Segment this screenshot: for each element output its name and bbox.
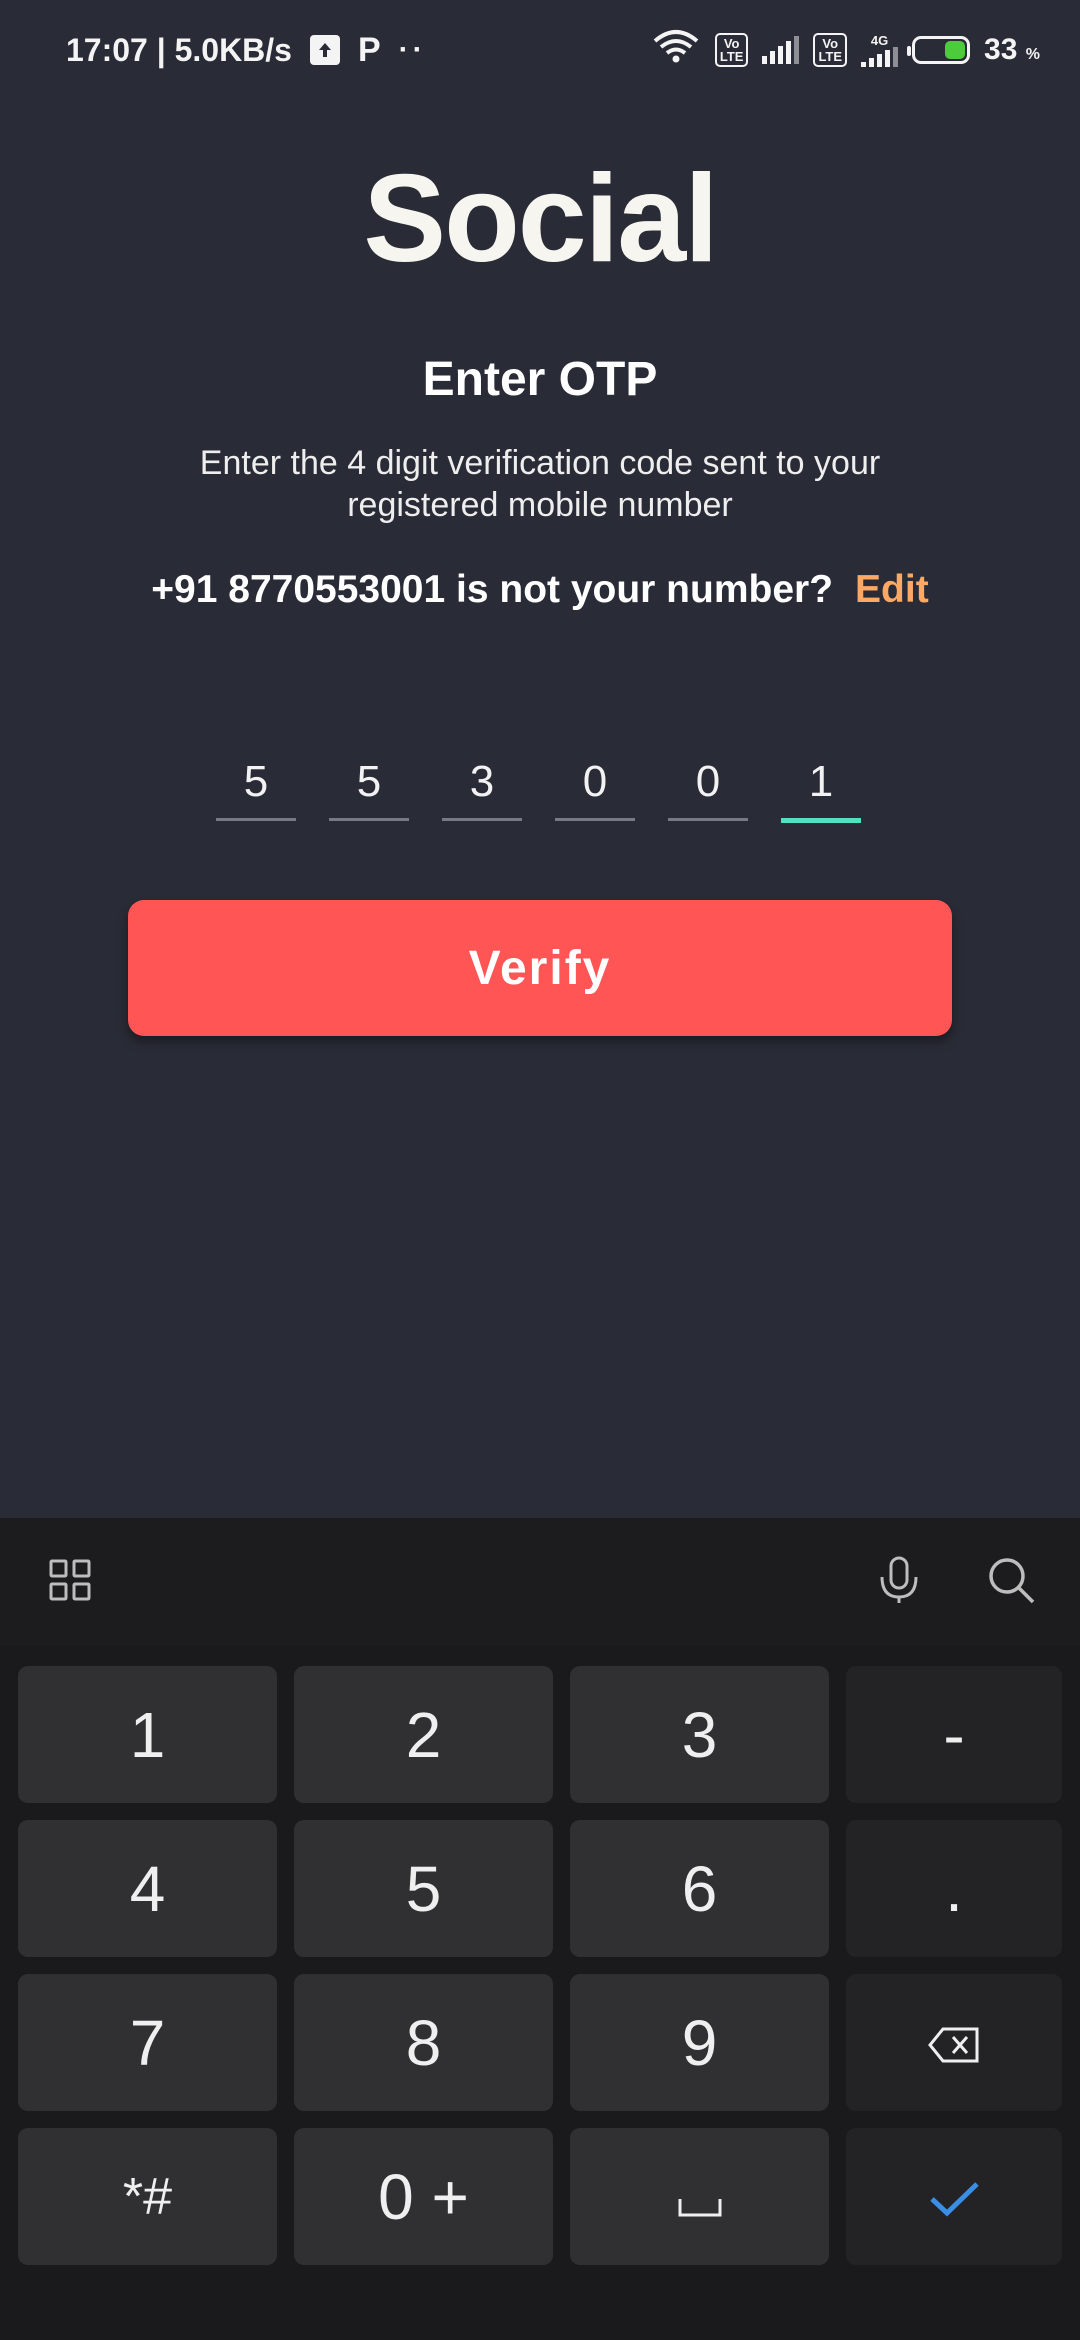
backspace-key[interactable] — [846, 1974, 1062, 2111]
space-key[interactable] — [570, 2128, 829, 2265]
battery-percent-value: 33 — [984, 33, 1018, 66]
key-4[interactable]: 4 — [18, 1820, 277, 1957]
signal-icon — [762, 36, 800, 64]
key-5[interactable]: 5 — [294, 1820, 553, 1957]
otp-digit-1[interactable]: 5 — [216, 750, 296, 821]
microphone-icon[interactable] — [876, 1555, 922, 1610]
otp-input-group: 5 5 3 0 0 1 — [216, 750, 861, 823]
key-1[interactable]: 1 — [18, 1666, 277, 1803]
time-speed-text: 17:07 | 5.0KB/s — [66, 31, 292, 68]
key-6[interactable]: 6 — [570, 1820, 829, 1957]
edit-link[interactable]: Edit — [855, 568, 929, 611]
keypad: 1 2 3 - 4 5 6 . 7 8 9 *# 0 + — [18, 1666, 1062, 2265]
search-icon[interactable] — [986, 1555, 1036, 1610]
percent-sign: % — [1025, 46, 1040, 63]
otp-description: Enter the 4 digit verification code sent… — [199, 444, 881, 524]
key-dot[interactable]: . — [846, 1820, 1062, 1957]
key-dash[interactable]: - — [846, 1666, 1062, 1803]
key-symbols-label: *# — [122, 2167, 173, 2226]
verify-button[interactable]: Verify — [128, 900, 952, 1036]
numeric-keyboard: 1 2 3 - 4 5 6 . 7 8 9 *# 0 + — [0, 1518, 1080, 2340]
number-row: +91 8770553001 is not your number? Edit — [0, 568, 1080, 612]
key-3[interactable]: 3 — [570, 1666, 829, 1803]
key-7[interactable]: 7 — [18, 1974, 277, 2111]
key-9[interactable]: 9 — [570, 1974, 829, 2111]
otp-digit-5[interactable]: 0 — [668, 750, 748, 821]
check-icon — [927, 2160, 981, 2234]
done-key[interactable] — [846, 2128, 1062, 2265]
space-icon — [677, 2160, 723, 2234]
battery-percent: 33 % — [984, 33, 1040, 67]
keyboard-toolbar — [0, 1518, 1080, 1646]
volte-icon: Vo LTE — [714, 33, 749, 67]
grid-menu-icon[interactable] — [48, 1558, 92, 1607]
dots-icon: ·· — [398, 33, 427, 66]
signal-4g-icon: 4G — [861, 32, 899, 67]
key-2[interactable]: 2 — [294, 1666, 553, 1803]
otp-digit-4[interactable]: 0 — [555, 750, 635, 821]
key-8[interactable]: 8 — [294, 1974, 553, 2111]
backspace-icon — [927, 2006, 981, 2080]
battery-icon — [907, 36, 971, 64]
key-0[interactable]: 0 + — [294, 2128, 553, 2265]
number-question: +91 8770553001 is not your number? — [151, 568, 834, 611]
wifi-icon — [651, 29, 701, 71]
otp-heading: Enter OTP — [422, 353, 658, 406]
otp-digit-2[interactable]: 5 — [329, 750, 409, 821]
otp-digit-3[interactable]: 3 — [442, 750, 522, 821]
p-icon: P — [357, 30, 381, 69]
volte-icon-2: Vo LTE — [813, 33, 848, 67]
app-title: Social — [363, 150, 718, 288]
status-bar: 17:07 | 5.0KB/s P ·· Vo LTE Vo LTE 4G 33… — [0, 0, 1080, 100]
network-4g-label: 4G — [870, 32, 889, 48]
upload-icon — [309, 35, 340, 65]
otp-digit-6[interactable]: 1 — [781, 750, 861, 823]
key-symbols[interactable]: *# — [18, 2128, 277, 2265]
